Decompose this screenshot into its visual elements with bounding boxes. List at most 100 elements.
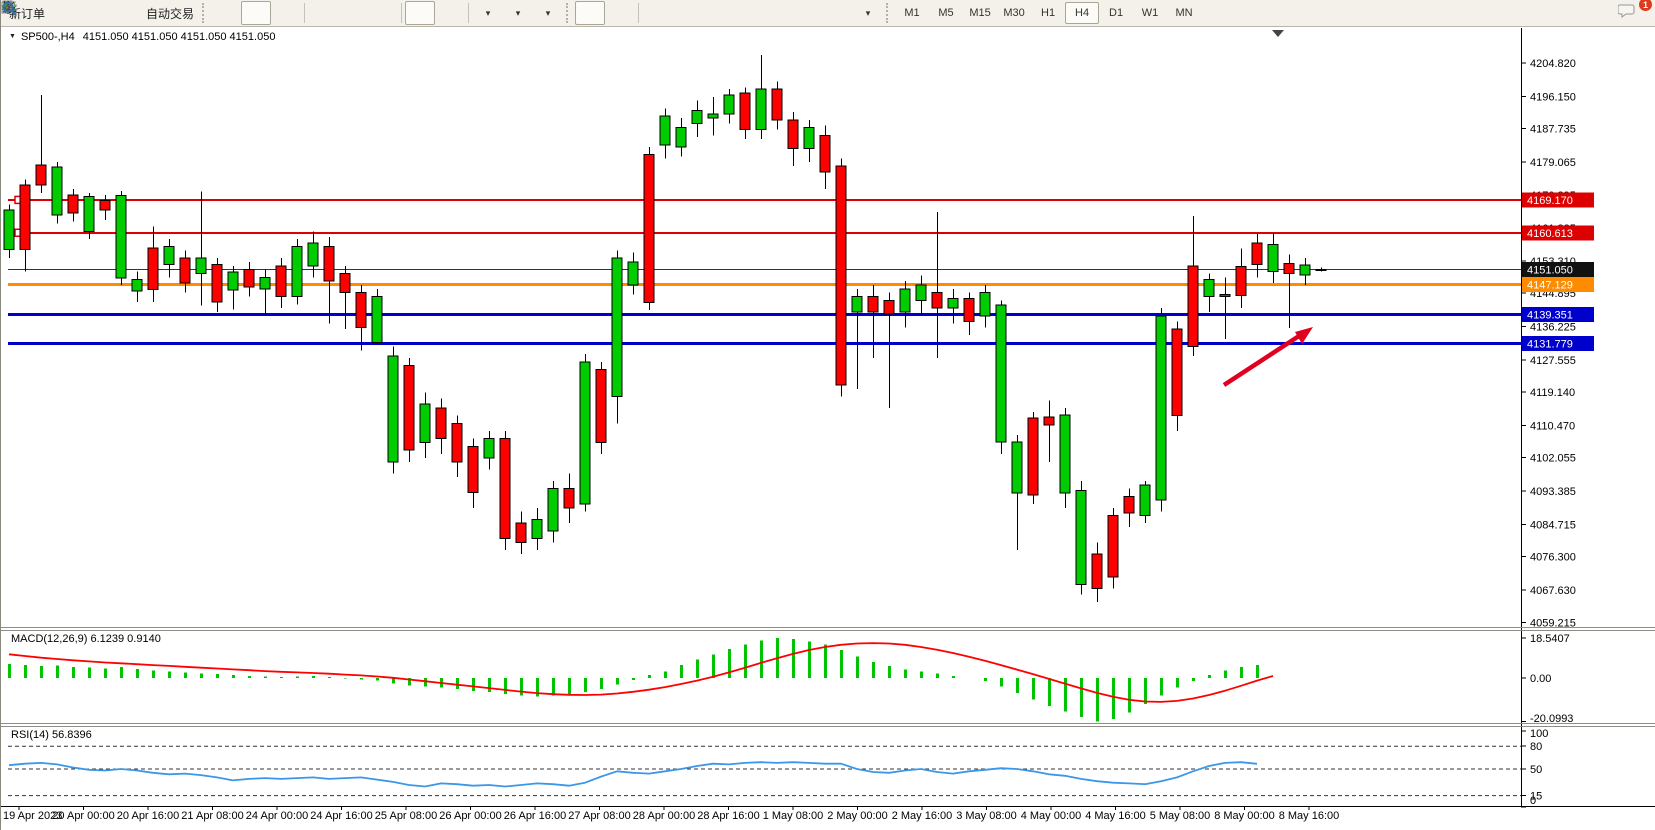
timeframe-button-d1[interactable]: D1 bbox=[1099, 2, 1133, 24]
svg-text:4204.820: 4204.820 bbox=[1530, 58, 1576, 70]
trendline-button[interactable] bbox=[702, 1, 732, 25]
candle-54 bbox=[868, 297, 878, 312]
candle-62 bbox=[996, 305, 1006, 442]
search-icon bbox=[1, 0, 18, 17]
svg-text:24 Apr 00:00: 24 Apr 00:00 bbox=[246, 810, 308, 822]
candle-26 bbox=[420, 404, 430, 442]
timeframe-button-m5[interactable]: M5 bbox=[929, 2, 963, 24]
auto-scroll-button[interactable] bbox=[405, 1, 435, 25]
candle-72 bbox=[1156, 316, 1166, 500]
annotation-arrow[interactable] bbox=[1224, 327, 1313, 385]
svg-text:4169.170: 4169.170 bbox=[1527, 195, 1573, 207]
candle-82 bbox=[1316, 269, 1326, 270]
periods-button[interactable] bbox=[502, 1, 532, 25]
candle-44 bbox=[708, 114, 718, 118]
chart-canvas[interactable]: 4204.8204196.1504187.7354179.0654170.395… bbox=[1, 0, 1655, 830]
templates-button[interactable] bbox=[532, 1, 562, 25]
svg-text:28 Apr 00:00: 28 Apr 00:00 bbox=[633, 810, 695, 822]
arrows-button[interactable] bbox=[852, 1, 882, 25]
candle-46 bbox=[740, 93, 750, 129]
line-chart-button[interactable] bbox=[271, 1, 301, 25]
timeframe-button-m15[interactable]: M15 bbox=[963, 2, 997, 24]
fibonacci-button[interactable]: F bbox=[762, 1, 792, 25]
svg-text:0: 0 bbox=[1530, 795, 1536, 807]
candlestick-chart-button[interactable] bbox=[241, 1, 271, 25]
timeframe-button-m1[interactable]: M1 bbox=[895, 2, 929, 24]
tile-windows-button[interactable] bbox=[368, 1, 398, 25]
svg-text:2 May 16:00: 2 May 16:00 bbox=[892, 810, 953, 822]
candle-20 bbox=[324, 247, 334, 282]
price-axis[interactable]: 4204.8204196.1504187.7354179.0654170.395… bbox=[1521, 58, 1594, 629]
candle-14 bbox=[228, 272, 238, 290]
candle-0 bbox=[4, 210, 14, 250]
horizontal-line-button[interactable] bbox=[672, 1, 702, 25]
search-button[interactable] bbox=[1587, 1, 1617, 25]
text-button[interactable]: A bbox=[792, 1, 822, 25]
notifications-button[interactable]: 1 bbox=[1617, 1, 1647, 25]
toolbar-separator bbox=[468, 3, 469, 23]
candle-50 bbox=[804, 128, 814, 149]
strategy-tester-button[interactable] bbox=[109, 1, 139, 25]
candle-4 bbox=[68, 195, 78, 213]
chart-shift-button[interactable] bbox=[435, 1, 465, 25]
text-label-button[interactable]: T bbox=[822, 1, 852, 25]
candle-74 bbox=[1188, 266, 1198, 347]
candle-40 bbox=[644, 154, 654, 302]
candle-42 bbox=[676, 128, 686, 147]
timeframe-button-m30[interactable]: M30 bbox=[997, 2, 1031, 24]
macd-pane[interactable]: 18.54070.00-20.0993 bbox=[9, 633, 1573, 725]
crosshair-button[interactable] bbox=[605, 1, 635, 25]
svg-text:4059.215: 4059.215 bbox=[1530, 617, 1576, 629]
data-window-button[interactable] bbox=[79, 1, 109, 25]
svg-text:4160.613: 4160.613 bbox=[1527, 228, 1573, 240]
new-chart-button[interactable] bbox=[49, 1, 79, 25]
candle-48 bbox=[772, 89, 782, 120]
candle-52 bbox=[836, 166, 846, 385]
cursor-button[interactable] bbox=[575, 1, 605, 25]
toolbar-grip bbox=[886, 3, 891, 23]
main-toolbar: 新订单 自动交易 bbox=[1, 0, 1655, 27]
candle-80 bbox=[1284, 264, 1294, 274]
candle-66 bbox=[1060, 415, 1070, 493]
rsi-pane[interactable]: 1008050150 bbox=[8, 728, 1548, 807]
candle-69 bbox=[1108, 516, 1118, 577]
chart-title-row: SP500-,H44151.050 4151.050 4151.050 4151… bbox=[9, 31, 275, 43]
price-badge-4131.779: 4131.779 bbox=[1522, 336, 1594, 351]
candle-8 bbox=[132, 279, 142, 291]
timeframe-button-h4[interactable]: H4 bbox=[1065, 2, 1099, 24]
svg-text:21 Apr 08:00: 21 Apr 08:00 bbox=[181, 810, 243, 822]
candle-49 bbox=[788, 120, 798, 149]
price-badge-4169.170: 4169.170 bbox=[1522, 192, 1594, 207]
svg-text:2 May 00:00: 2 May 00:00 bbox=[827, 810, 888, 822]
svg-text:4119.140: 4119.140 bbox=[1530, 387, 1575, 399]
zoom-in-button[interactable] bbox=[308, 1, 338, 25]
svg-text:1 May 08:00: 1 May 08:00 bbox=[763, 810, 824, 822]
price-badge-4160.613: 4160.613 bbox=[1522, 225, 1594, 240]
candle-58 bbox=[932, 293, 942, 308]
candle-71 bbox=[1140, 485, 1150, 516]
chart-shift-marker-icon[interactable] bbox=[1272, 30, 1284, 37]
candle-7 bbox=[116, 196, 126, 278]
timeframe-button-h1[interactable]: H1 bbox=[1031, 2, 1065, 24]
dropdown-arrow-icon bbox=[546, 8, 551, 19]
candle-32 bbox=[516, 523, 526, 542]
chart-ohlc-values: 4151.050 4151.050 4151.050 4151.050 bbox=[83, 31, 276, 43]
toolbar-grip bbox=[202, 3, 207, 23]
svg-text:4136.225: 4136.225 bbox=[1530, 321, 1576, 333]
time-axis[interactable]: 19 Apr 202320 Apr 00:0020 Apr 16:0021 Ap… bbox=[3, 806, 1339, 822]
indicators-button[interactable] bbox=[472, 1, 502, 25]
vertical-line-button[interactable] bbox=[642, 1, 672, 25]
timeframe-button-w1[interactable]: W1 bbox=[1133, 2, 1167, 24]
svg-text:20 Apr 16:00: 20 Apr 16:00 bbox=[117, 810, 179, 822]
candle-31 bbox=[500, 439, 510, 539]
svg-text:8 May 16:00: 8 May 16:00 bbox=[1279, 810, 1340, 822]
autotrading-button[interactable]: 自动交易 bbox=[139, 1, 198, 25]
bar-chart-button[interactable] bbox=[211, 1, 241, 25]
candle-61 bbox=[980, 293, 990, 316]
zoom-out-button[interactable] bbox=[338, 1, 368, 25]
candle-10 bbox=[164, 247, 174, 265]
collapse-triangle-icon[interactable] bbox=[9, 31, 21, 43]
candle-11 bbox=[180, 258, 190, 283]
equidistant-channel-button[interactable]: E bbox=[732, 1, 762, 25]
timeframe-button-mn[interactable]: MN bbox=[1167, 2, 1201, 24]
